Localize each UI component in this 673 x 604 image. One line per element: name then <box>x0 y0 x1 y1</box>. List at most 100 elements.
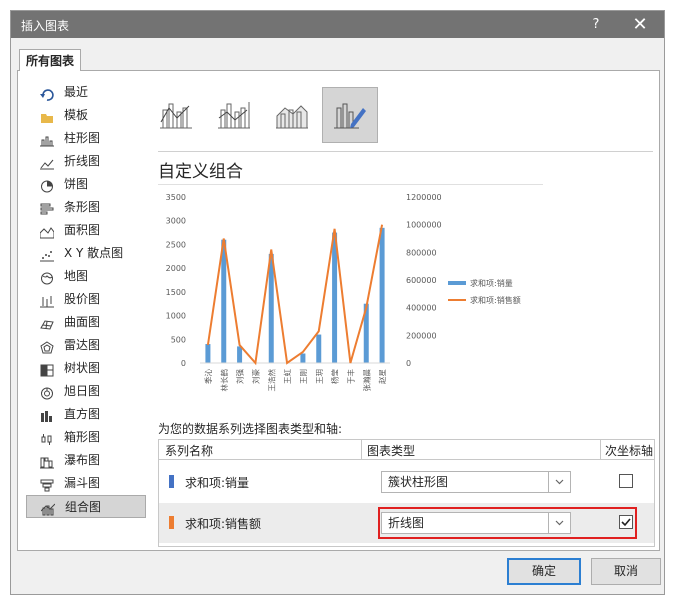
header-secondary-axis: 次坐标轴 <box>605 444 654 458</box>
x-tick-label: 杨莹 <box>330 369 340 384</box>
header-series-name: 系列名称 <box>165 444 214 458</box>
y-tick-label: 2500 <box>166 240 186 249</box>
bar <box>221 239 227 363</box>
y-tick-label: 3500 <box>166 193 186 202</box>
sidebar-item-label: 组合图 <box>65 500 102 514</box>
sidebar-item[interactable]: 组合图 <box>26 495 146 518</box>
y-tick-label: 1000 <box>166 312 186 321</box>
ok-button[interactable]: 确定 <box>507 558 581 585</box>
sidebar-item-label: 最近 <box>64 85 89 99</box>
sidebar-item-label: 曲面图 <box>64 315 101 329</box>
bar <box>316 334 322 363</box>
sidebar-item[interactable]: 饼图 <box>26 173 146 196</box>
folder-icon <box>40 109 54 123</box>
waterfall-chart-icon <box>40 454 54 469</box>
sidebar-item-label: 条形图 <box>64 200 101 214</box>
bar <box>379 227 385 363</box>
area-chart-icon <box>39 224 55 239</box>
header-chart-type: 图表类型 <box>367 444 416 458</box>
sidebar-item[interactable]: 条形图 <box>26 196 146 219</box>
histogram-chart-icon <box>40 408 54 422</box>
help-button[interactable]: ? <box>586 15 606 35</box>
line-series <box>206 224 384 366</box>
sidebar-item[interactable]: 瀑布图 <box>26 449 146 472</box>
sidebar-item[interactable]: 地图 <box>26 265 146 288</box>
x-tick-label: 于丰 <box>345 369 355 384</box>
sidebar-item-label: 直方图 <box>64 407 101 421</box>
stock-chart-icon <box>40 293 54 308</box>
clustered-column-line-icon[interactable] <box>148 87 204 143</box>
surface-chart-icon <box>40 316 54 330</box>
combo-heading: 自定义组合 <box>158 162 243 182</box>
sidebar-item[interactable]: 曲面图 <box>26 311 146 334</box>
x-tick-label: 林长鹤 <box>219 369 229 392</box>
x-tick-label: 张瀚晨 <box>361 369 371 392</box>
sidebar-item[interactable]: 股价图 <box>26 288 146 311</box>
chart-type-select[interactable]: 折线图 <box>381 512 571 534</box>
stacked-area-column-icon[interactable] <box>264 87 320 143</box>
close-button[interactable]: ✕ <box>630 15 650 35</box>
x-tick-label: 王刚 <box>299 369 308 384</box>
sidebar-item-label: 饼图 <box>64 177 89 191</box>
chart-type-sidebar: 最近模板柱形图折线图饼图条形图面积图 X Y 散点图 地图股价图曲面图雷达图树状图旭… <box>26 81 146 518</box>
y2-tick-label: 800000 <box>406 248 437 257</box>
sidebar-item[interactable]: 折线图 <box>26 150 146 173</box>
x-tick-label: 刘豪 <box>250 369 260 384</box>
sidebar-item[interactable]: 漏斗图 <box>26 472 146 495</box>
sidebar-item[interactable]: 柱形图 <box>26 127 146 150</box>
legend-label: 求和项:销售额 <box>470 295 521 305</box>
column-chart-icon <box>40 132 54 147</box>
tab-all-charts[interactable]: 所有图表 <box>19 49 81 71</box>
secondary-axis-checkbox[interactable] <box>619 515 633 529</box>
sidebar-item-label: 旭日图 <box>64 384 101 398</box>
sidebar-item[interactable]: 直方图 <box>26 403 146 426</box>
y2-tick-label: 400000 <box>406 304 437 313</box>
clustered-column-line-secondary-icon[interactable] <box>206 87 262 143</box>
sidebar-item-label: 柱形图 <box>64 131 101 145</box>
funnel-chart-icon <box>40 477 54 492</box>
map-chart-icon <box>40 270 54 285</box>
sidebar-item-label: 地图 <box>64 269 89 283</box>
sidebar-item[interactable]: 模板 <box>26 104 146 127</box>
series-row-sales-volume: 求和项:销量 簇状柱形图 <box>159 462 654 502</box>
custom-combination-icon[interactable] <box>322 87 378 143</box>
sidebar-item-label: 雷达图 <box>64 338 101 352</box>
sidebar-item[interactable]: 雷达图 <box>26 334 146 357</box>
chevron-down-icon[interactable] <box>548 513 570 533</box>
line-chart-icon <box>40 155 54 170</box>
y2-tick-label: 0 <box>406 359 411 368</box>
sidebar-item[interactable]: X Y 散点图 <box>26 242 146 265</box>
recent-icon <box>40 86 54 101</box>
y-tick-label: 3000 <box>166 217 186 226</box>
separator <box>158 151 653 152</box>
y-tick-label: 2000 <box>166 264 186 273</box>
series-table: 系列名称 图表类型 次坐标轴 求和项:销量 簇状柱形图 求和项:销售额 折线图 <box>158 439 655 547</box>
chart-type-select[interactable]: 簇状柱形图 <box>381 471 571 493</box>
chart-type-value: 折线图 <box>388 516 425 530</box>
bar <box>237 346 243 363</box>
series-name: 求和项:销量 <box>185 476 250 490</box>
sidebar-item[interactable]: 旭日图 <box>26 380 146 403</box>
sidebar-item-label: X Y 散点图 <box>64 246 124 260</box>
y2-tick-label: 200000 <box>406 331 437 340</box>
header-divider <box>600 440 601 459</box>
sidebar-item[interactable]: 面积图 <box>26 219 146 242</box>
chevron-down-icon[interactable] <box>548 472 570 492</box>
header-divider <box>361 440 362 459</box>
combo-chart-icon <box>40 501 56 516</box>
legend-label: 求和项:销量 <box>470 278 513 288</box>
series-color-swatch <box>169 516 174 529</box>
sidebar-item[interactable]: 箱形图 <box>26 426 146 449</box>
header-rule <box>159 459 654 460</box>
sidebar-item[interactable]: 最近 <box>26 81 146 104</box>
series-instruction: 为您的数据系列选择图表类型和轴: <box>158 422 343 436</box>
combo-subtype-row <box>148 83 408 143</box>
chart-type-value: 簇状柱形图 <box>388 475 449 489</box>
series-row-sales-amount: 求和项:销售额 折线图 <box>159 503 654 543</box>
cancel-button[interactable]: 取消 <box>591 558 661 585</box>
y-tick-label: 1500 <box>166 288 186 297</box>
sidebar-item-label: 树状图 <box>64 361 101 375</box>
bar <box>205 344 211 363</box>
secondary-axis-checkbox[interactable] <box>619 474 633 488</box>
sidebar-item[interactable]: 树状图 <box>26 357 146 380</box>
